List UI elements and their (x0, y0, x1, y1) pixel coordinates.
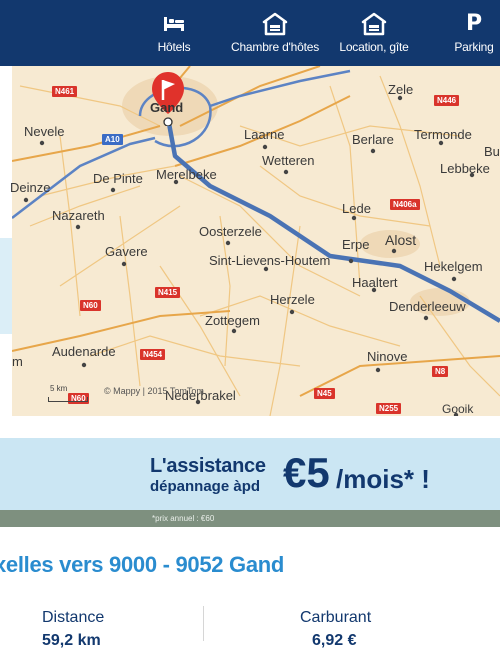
map-label-gand: Gand (150, 100, 184, 115)
route-map[interactable]: Gand Zele Nevele Laarne Berlare Termonde… (0, 66, 500, 416)
road-shield: N45 (314, 388, 335, 399)
road-shield: N446 (434, 95, 460, 106)
map-label-deinze: Deinze (10, 180, 51, 195)
nav-chambre-dhotes[interactable]: Chambre d'hôtes (222, 0, 328, 66)
road-shield: N60 (80, 300, 101, 311)
map-label-wetteren: Wetteren (262, 153, 315, 168)
map-label-nevele: Nevele (24, 124, 65, 139)
map-label-merelbeke: Merelbeke (156, 167, 217, 182)
nav-parking-label: Parking (454, 40, 494, 54)
road-shield: N8 (432, 366, 449, 377)
map-label-zottegem: Zottegem (205, 313, 260, 328)
map-label-sint-lievens-houtem: Sint-Lievens-Houtem (209, 253, 331, 268)
map-label-nazareth: Nazareth (52, 208, 105, 223)
top-navigation: Hôtels Chambre d'hôtes Location, gîte P … (0, 0, 500, 66)
map-scale-bar (48, 397, 88, 402)
assistance-ad-banner[interactable]: L'assistance dépannage àpd €5 /mois* ! (0, 438, 500, 510)
ad-subline: dépannage àpd (150, 478, 261, 495)
map-left-panel-accent (0, 238, 12, 334)
road-shield: N415 (155, 287, 181, 298)
ad-headline: L'assistance (150, 455, 266, 477)
fuel-label: Carburant (300, 609, 372, 626)
map-label-gooik: Gooik (442, 402, 474, 416)
fuel-value: 6,92 € (312, 632, 357, 649)
bed-icon (164, 17, 184, 31)
nav-hotels-label: Hôtels (157, 40, 191, 54)
map-label-oosterzele: Oosterzele (199, 224, 262, 239)
map-label-hekelgem: Hekelgem (424, 259, 483, 274)
map-scale-label: 5 km (50, 384, 68, 393)
map-label-bu: Bu (484, 144, 500, 159)
map-label-audenarde: Audenarde (52, 344, 116, 359)
ad-footer-strip (0, 510, 500, 527)
distance-value: 59,2 km (42, 632, 101, 649)
stats-divider (203, 606, 204, 641)
nav-hotels[interactable]: Hôtels (144, 0, 204, 66)
map-pin-icon (152, 72, 184, 126)
map-label-denderleeuw: Denderleeuw (389, 299, 466, 314)
map-label-haaltert: Haaltert (352, 275, 398, 290)
road-shield: N406a (390, 199, 420, 210)
map-label-ninove: Ninove (367, 349, 408, 364)
route-title: xelles vers 9000 - 9052 Gand (0, 552, 285, 577)
ad-price: €5 (283, 449, 330, 496)
nav-location-gite[interactable]: Location, gîte (334, 0, 414, 66)
nav-parking[interactable]: P Parking (448, 0, 500, 66)
map-label-berlare: Berlare (352, 132, 394, 147)
map-label-alost: Alost (385, 232, 417, 248)
parking-icon: P (465, 11, 483, 36)
road-shield: N454 (140, 349, 166, 360)
map-label-termonde: Termonde (414, 127, 472, 142)
map-label-lebbeke: Lebbeke (440, 161, 490, 176)
ad-price-suffix: /mois* ! (336, 464, 430, 494)
map-credit: © Mappy | 2015 TomTom (104, 386, 204, 396)
map-label-erpe: Erpe (342, 237, 370, 252)
distance-label: Distance (42, 609, 105, 626)
road-shield: N461 (52, 86, 78, 97)
road-shield: A10 (102, 134, 123, 145)
map-label-de-pinte: De Pinte (93, 171, 143, 186)
house-icon (262, 12, 288, 36)
road-shield: N255 (376, 403, 402, 414)
map-label-laarne: Laarne (244, 127, 285, 142)
house-icon (361, 12, 387, 36)
map-label-gavere: Gavere (105, 244, 148, 259)
map-roads-layer (11, 66, 500, 416)
nav-location-label: Location, gîte (339, 40, 409, 54)
map-label-herzele: Herzele (270, 292, 315, 307)
nav-chambre-label: Chambre d'hôtes (230, 40, 319, 54)
map-label-lede: Lede (342, 201, 371, 216)
ad-price-note: *prix annuel : €60 (152, 514, 215, 523)
map-label-edge: m (12, 354, 23, 369)
map-label-zele: Zele (388, 82, 414, 97)
